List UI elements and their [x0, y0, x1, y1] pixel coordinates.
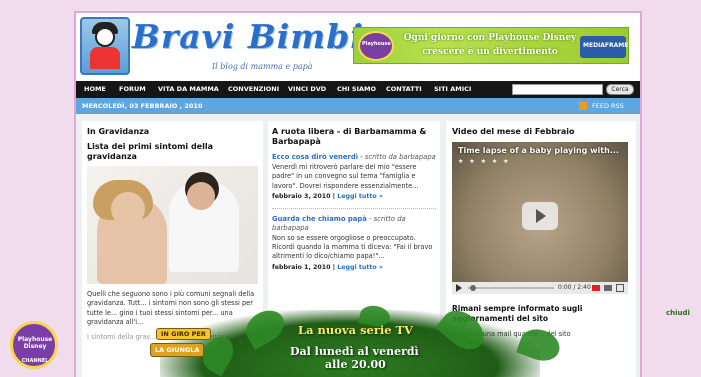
section-heading: In Gravidanza: [87, 127, 150, 136]
section-heading: A ruota libera - di Barbamamma & Barbapa…: [272, 127, 427, 146]
banner-channel-logo: MEDIAFRAME: [580, 36, 628, 58]
site-logo-title[interactable]: Bravi Bimbi: [132, 17, 364, 56]
show-logo[interactable]: IN GIRO PER LA GIUNGLA: [148, 326, 211, 360]
search-input[interactable]: [512, 84, 603, 95]
progress-bar[interactable]: [468, 287, 554, 289]
section-heading: Video del mese di Febbraio: [452, 127, 575, 136]
article-photo[interactable]: [87, 166, 258, 284]
article-title[interactable]: Lista dei primi sintomi della gravidanza: [87, 142, 258, 162]
post-title[interactable]: Ecco cosa dirò venerdì - scritto da barb…: [272, 153, 436, 162]
nav-contatti[interactable]: CONTATTI: [386, 81, 422, 98]
nav-vita-da-mamma[interactable]: VITA DA MAMMA: [158, 81, 219, 98]
nav-home[interactable]: HOME: [84, 81, 106, 98]
volume-icon[interactable]: [604, 285, 612, 291]
play-icon[interactable]: [522, 202, 558, 230]
date-bar: MERCOLEDÌ, 03 FEBBRAIO , 2010 FEED RSS: [76, 98, 640, 114]
post-meta: febbraio 3, 2010 | Leggi tutto »: [272, 192, 383, 200]
overlay-ad[interactable]: Playhouse Disney CHANNEL IN GIRO PER LA …: [0, 300, 701, 377]
current-date: MERCOLEDÌ, 03 FEBBRAIO , 2010: [82, 102, 203, 110]
video-player[interactable]: Time lapse of a baby playing with... ★ ★…: [452, 142, 628, 294]
video-title[interactable]: Time lapse of a baby playing with...: [458, 146, 619, 155]
nav-vinci-dvd[interactable]: VINCI DVD: [288, 81, 326, 98]
video-controls: 0:00 / 2:40: [452, 282, 628, 294]
read-more-link[interactable]: Leggi tutto »: [337, 193, 383, 200]
post-excerpt: Non so se essere orgogliose o preoccupat…: [272, 233, 433, 261]
logo-mascot-icon[interactable]: [80, 17, 130, 75]
video-rating: ★ ★ ★ ★ ★: [458, 158, 511, 165]
main-nav: HOME FORUM VITA DA MAMMA CONVENZIONI VIN…: [76, 81, 640, 98]
nav-chi-siamo[interactable]: CHI SIAMO: [337, 81, 376, 98]
post-meta: febbraio 1, 2010 | Leggi tutto »: [272, 263, 383, 271]
rss-icon[interactable]: [579, 102, 587, 110]
site-logo-subtitle: Il blog di mamma e papà: [212, 62, 313, 71]
search-button[interactable]: Cerca: [606, 84, 634, 95]
playhouse-badge-icon: Playhouse: [358, 31, 394, 61]
playhouse-banner-ad[interactable]: Playhouse Ogni giorno con Playhouse Disn…: [353, 27, 629, 64]
video-time: 0:00 / 2:40: [558, 284, 591, 291]
overlay-time: alle 20.00: [325, 358, 386, 371]
nav-forum[interactable]: FORUM: [119, 81, 146, 98]
banner-text: Ogni giorno con Playhouse Disney crescer…: [403, 33, 577, 57]
divider: [272, 207, 436, 209]
playhouse-disney-logo[interactable]: Playhouse Disney CHANNEL: [10, 321, 58, 369]
read-more-link[interactable]: Leggi tutto »: [337, 264, 383, 271]
youtube-icon[interactable]: [592, 285, 600, 291]
post-title[interactable]: Guarda che chiamo papà - scritto da barb…: [272, 215, 436, 233]
feed-rss-link[interactable]: FEED RSS: [592, 98, 624, 114]
overlay-schedule: Dal lunedì al venerdì: [290, 345, 419, 358]
site-header: Bravi Bimbi Il blog di mamma e papà Play…: [76, 13, 640, 81]
nav-siti-amici[interactable]: SITI AMICI: [434, 81, 471, 98]
fullscreen-icon[interactable]: [616, 284, 624, 292]
post-excerpt: Venerdì mi ritroverò parlare del mio "es…: [272, 163, 419, 190]
play-button-icon[interactable]: [456, 284, 462, 292]
close-overlay-link[interactable]: chiudi: [666, 309, 690, 317]
overlay-title: La nuova serie TV: [298, 323, 414, 337]
progress-handle[interactable]: [470, 285, 476, 291]
nav-convenzioni[interactable]: CONVENZIONI: [228, 81, 279, 98]
